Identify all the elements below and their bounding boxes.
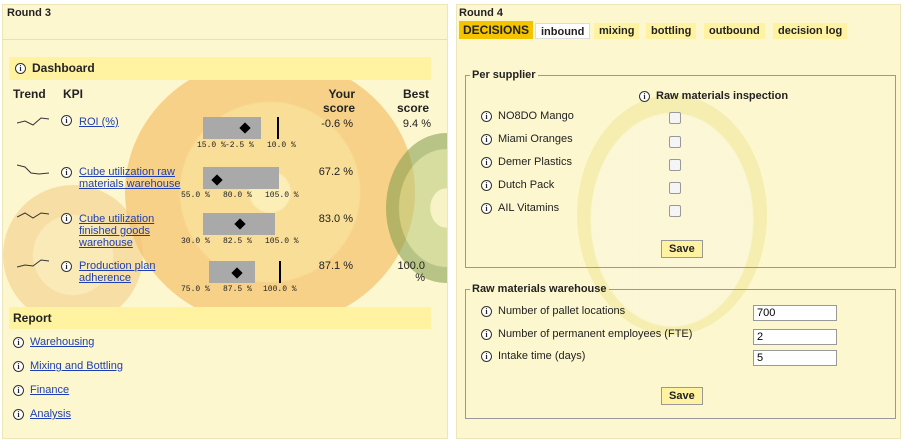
kpi-bullet-chart: 55.0 % 80.0 % 105.0 % xyxy=(181,167,301,200)
best-score-value: 100.0 % xyxy=(397,260,425,284)
supplier-name: NO8DO Mango xyxy=(498,110,574,122)
round-4-label: Round 4 xyxy=(459,7,503,19)
report-title: Report xyxy=(13,311,52,325)
info-icon[interactable]: i xyxy=(13,408,24,420)
kpi-bullet-chart: 30.0 % 82.5 % 105.0 % xyxy=(181,213,301,246)
your-score-value: 67.2 % xyxy=(318,166,353,178)
tab-decision-log[interactable]: decision log xyxy=(773,23,848,39)
kpi-target-line xyxy=(279,261,281,283)
divider xyxy=(3,39,447,40)
info-icon[interactable]: i xyxy=(481,156,492,168)
tab-outbound[interactable]: outbound xyxy=(704,23,765,39)
report-link-mixing-bottling[interactable]: Mixing and Bottling xyxy=(30,360,123,372)
kpi-bullet-chart: 15.0 % -2.5 % 10.0 % xyxy=(181,117,301,150)
supplier-name: Demer Plastics xyxy=(498,156,572,168)
supplier-row: i NO8DO Mango xyxy=(481,110,681,124)
info-icon[interactable]: i xyxy=(481,110,492,122)
your-score-header: Your score xyxy=(322,87,355,115)
inspection-column-header: i Raw materials inspection xyxy=(639,90,788,102)
supplier-name: Miami Oranges xyxy=(498,133,573,145)
info-icon[interactable]: i xyxy=(481,350,492,362)
warehouse-field-row: i Intake time (days) xyxy=(481,350,585,362)
info-icon[interactable]: i xyxy=(61,167,72,178)
orange-slice-background-image xyxy=(3,185,143,325)
kpi-target-line xyxy=(277,117,279,139)
trend-sparkline-icon xyxy=(17,164,49,175)
kpi-link-cube-finished[interactable]: Cube utilization finished goods warehous… xyxy=(79,213,189,249)
report-link-finance[interactable]: Finance xyxy=(30,384,69,396)
info-icon[interactable]: i xyxy=(481,202,492,214)
info-icon[interactable]: i xyxy=(61,115,72,126)
info-icon[interactable]: i xyxy=(13,336,24,348)
save-button[interactable]: Save xyxy=(661,240,703,258)
round-3-label: Round 3 xyxy=(7,7,51,19)
supplier-row: i AIL Vitamins xyxy=(481,202,681,217)
kpi-bullet-chart: 75.0 % 87.5 % 100.0 % xyxy=(181,261,301,294)
best-score-value: 9.4 % xyxy=(402,118,431,130)
report-item-mixing-bottling: i Mixing and Bottling xyxy=(13,360,123,372)
supplier-name: Dutch Pack xyxy=(498,179,555,191)
info-icon[interactable]: i xyxy=(13,384,24,396)
tab-inbound[interactable]: inbound xyxy=(535,23,591,39)
info-icon[interactable]: i xyxy=(481,133,492,145)
inspection-column-label: Raw materials inspection xyxy=(656,90,789,102)
report-header: Report xyxy=(9,307,431,329)
intake-time-input[interactable] xyxy=(753,350,837,366)
info-icon[interactable]: i xyxy=(13,360,24,372)
info-icon[interactable]: i xyxy=(481,305,492,317)
report-link-analysis[interactable]: Analysis xyxy=(30,408,71,420)
trend-sparkline-icon xyxy=(17,259,49,268)
raw-materials-warehouse-legend: Raw materials warehouse xyxy=(472,283,607,295)
trend-sparkline-icon xyxy=(17,212,49,219)
best-score-header: Best score xyxy=(396,87,429,115)
info-icon[interactable]: i xyxy=(639,90,650,102)
info-icon[interactable]: i xyxy=(61,261,72,272)
tab-bottling[interactable]: bottling xyxy=(646,23,697,39)
kpi-range-bar xyxy=(203,117,261,139)
inspection-checkbox[interactable] xyxy=(669,182,681,194)
report-item-analysis: i Analysis xyxy=(13,408,71,420)
report-item-finance: i Finance xyxy=(13,384,69,396)
permanent-employees-input[interactable] xyxy=(753,329,837,345)
field-label: Intake time (days) xyxy=(498,350,586,362)
left-panel-round-3: Round 3 i Dashboard Trend KPI Your score … xyxy=(2,4,448,439)
your-score-value: 83.0 % xyxy=(318,213,353,225)
save-button[interactable]: Save xyxy=(661,387,703,405)
inspection-checkbox[interactable] xyxy=(669,112,681,124)
warehouse-field-row: i Number of permanent employees (FTE) xyxy=(481,328,692,340)
tab-mixing[interactable]: mixing xyxy=(594,23,640,39)
inspection-checkbox[interactable] xyxy=(669,205,681,217)
kpi-link-plan-adherence[interactable]: Production plan adherence xyxy=(79,260,189,284)
inspection-checkbox[interactable] xyxy=(669,136,681,148)
dashboard-title: Dashboard xyxy=(32,61,95,75)
right-panel-round-4: Round 4 DECISIONS inbound mixing bottlin… xyxy=(456,4,901,439)
kpi-link-cube-raw[interactable]: Cube utilization raw materials warehouse xyxy=(79,166,189,190)
kpi-link-roi[interactable]: ROI (%) xyxy=(79,116,189,128)
field-label: Number of pallet locations xyxy=(498,305,626,317)
pallet-locations-input[interactable] xyxy=(753,305,837,321)
inspection-checkbox[interactable] xyxy=(669,159,681,171)
dashboard-header: i Dashboard xyxy=(9,57,431,80)
your-score-value: 87.1 % xyxy=(318,260,353,272)
info-icon[interactable]: i xyxy=(61,213,72,224)
supplier-row: i Dutch Pack xyxy=(481,179,681,194)
kpi-header: KPI xyxy=(63,87,84,101)
report-link-warehousing[interactable]: Warehousing xyxy=(30,336,94,348)
your-score-value: -0.6 % xyxy=(321,118,353,130)
trend-sparkline-icon xyxy=(17,117,49,126)
supplier-row: i Demer Plastics xyxy=(481,156,681,171)
info-icon[interactable]: i xyxy=(481,328,492,340)
field-label: Number of permanent employees (FTE) xyxy=(498,328,693,340)
supplier-row: i Miami Oranges xyxy=(481,133,681,148)
decisions-label: DECISIONS xyxy=(459,21,534,39)
per-supplier-legend: Per supplier xyxy=(472,69,536,81)
warehouse-field-row: i Number of pallet locations xyxy=(481,305,625,317)
report-item-warehousing: i Warehousing xyxy=(13,336,94,348)
info-icon[interactable]: i xyxy=(481,179,492,191)
trend-header: Trend xyxy=(13,87,46,101)
info-icon[interactable]: i xyxy=(15,63,26,75)
supplier-name: AIL Vitamins xyxy=(498,202,560,214)
